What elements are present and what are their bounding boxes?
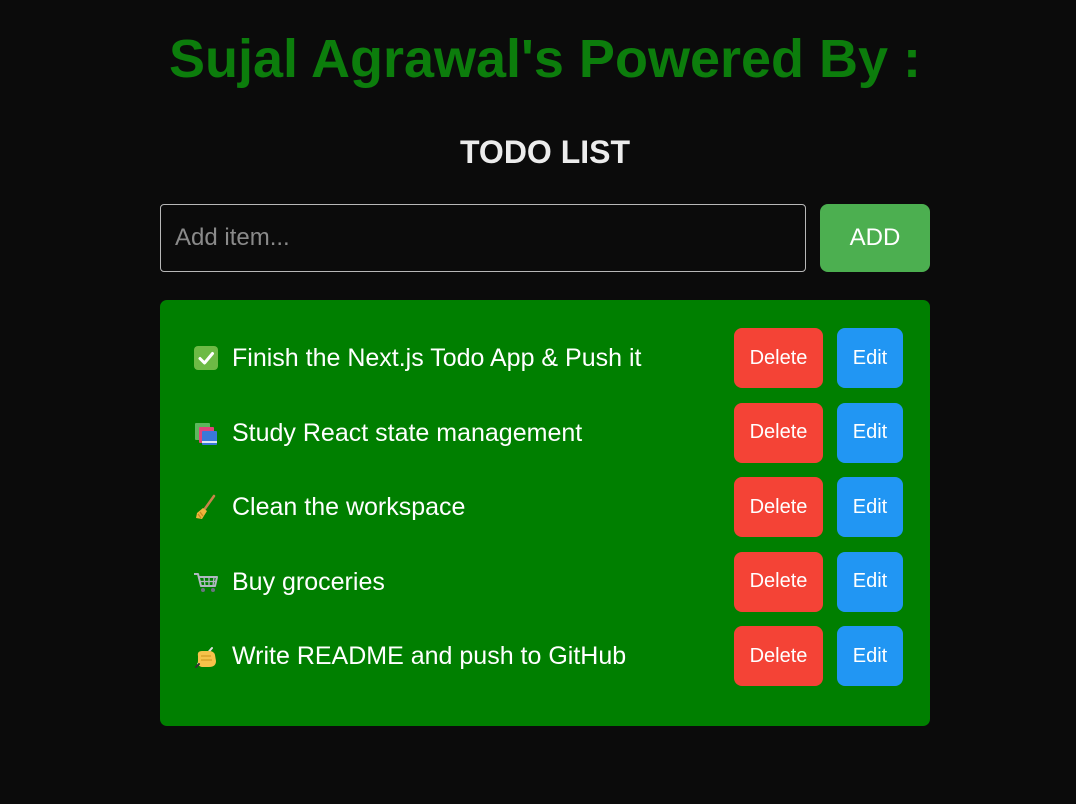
add-item-form: ADD — [160, 204, 930, 272]
delete-button[interactable]: Delete — [734, 626, 823, 686]
add-button[interactable]: ADD — [820, 204, 930, 272]
writing-hand-icon — [192, 642, 220, 670]
todo-text: Buy groceries — [232, 567, 385, 596]
delete-button[interactable]: Delete — [734, 402, 823, 463]
add-item-input[interactable] — [160, 204, 806, 272]
delete-button[interactable]: Delete — [734, 477, 823, 537]
todo-text: Finish the Next.js Todo App & Push it — [232, 344, 642, 372]
delete-button[interactable]: Delete — [734, 551, 823, 612]
todo-item: Clean the workspace Delete Edit — [160, 477, 930, 537]
todo-item: Study React state management Delete Edit — [160, 402, 930, 463]
edit-button[interactable]: Edit — [837, 551, 903, 612]
edit-button[interactable]: Edit — [837, 477, 903, 537]
todo-text: Clean the workspace — [232, 493, 466, 521]
todo-item: Buy groceries Delete Edit — [160, 551, 930, 612]
delete-button[interactable]: Delete — [734, 328, 823, 388]
todo-item: Finish the Next.js Todo App & Push it De… — [160, 328, 930, 388]
shopping-cart-icon — [192, 568, 220, 596]
edit-button[interactable]: Edit — [837, 626, 903, 686]
check-box-icon — [192, 344, 220, 372]
todo-list-heading: TODO LIST — [459, 134, 631, 170]
books-icon — [192, 419, 220, 447]
todo-item: Write README and push to GitHub Delete E… — [160, 626, 930, 686]
todo-text: Study React state management — [232, 418, 583, 447]
edit-button[interactable]: Edit — [837, 328, 903, 388]
page: Sujal Agrawal's Powered By : TODO LIST A… — [0, 0, 1076, 804]
todo-list: Finish the Next.js Todo App & Push it De… — [160, 328, 930, 701]
edit-button[interactable]: Edit — [837, 402, 903, 463]
broom-icon — [192, 493, 220, 521]
todo-list-panel: Finish the Next.js Todo App & Push it De… — [160, 300, 930, 726]
todo-text: Write README and push to GitHub — [232, 642, 627, 670]
page-title: Sujal Agrawal's Powered By : — [168, 29, 922, 89]
